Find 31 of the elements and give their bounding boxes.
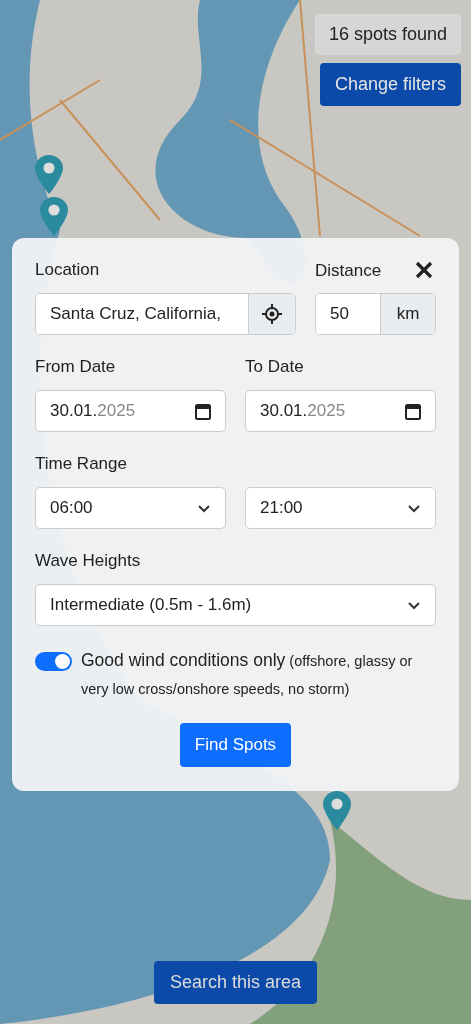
field-label: From Date	[35, 357, 117, 378]
locate-button[interactable]	[248, 294, 295, 334]
date-field[interactable]: 30.01.2025	[35, 390, 226, 432]
field-label: Location	[35, 260, 101, 281]
field-label: Distance	[315, 261, 382, 281]
crosshair-icon	[262, 304, 282, 324]
close-icon	[414, 260, 434, 280]
date-field[interactable]: 30.01.2025	[245, 390, 436, 432]
wave-heights-select[interactable]: Intermediate (0.5m - 1.6m)	[35, 584, 436, 626]
chevron-down-icon	[407, 600, 421, 610]
toggle-label: Good wind conditions only (offshore, glassy or very low cross/onshore speeds, no storm)	[81, 649, 414, 699]
field-label: Wave Heights	[35, 551, 142, 572]
location-field[interactable]: Santa Cruz, California,	[35, 293, 296, 335]
end-time-select[interactable]: 21:00	[245, 487, 436, 529]
distance-field[interactable]: 50 km	[315, 293, 436, 335]
map-pin-icon[interactable]	[34, 154, 64, 195]
calendar-icon	[195, 402, 211, 420]
start-time-select[interactable]: 06:00	[35, 487, 226, 529]
find-spots-button[interactable]: Find Spots	[179, 723, 292, 767]
calendar-icon	[405, 402, 421, 420]
map-pin-icon[interactable]	[322, 790, 352, 831]
unit-label: km	[380, 294, 435, 334]
toggle-switch[interactable]	[35, 652, 72, 671]
search-area-button[interactable]: Search this area	[154, 961, 317, 1004]
map-pin-icon[interactable]	[39, 196, 69, 237]
chevron-down-icon	[197, 503, 211, 513]
change-filters-button[interactable]: Change filters	[319, 63, 461, 106]
field-label: To Date	[245, 357, 305, 378]
chevron-down-icon	[407, 503, 421, 513]
results-count: 16 spots found	[314, 14, 461, 55]
field-label: Time Range	[35, 454, 128, 475]
